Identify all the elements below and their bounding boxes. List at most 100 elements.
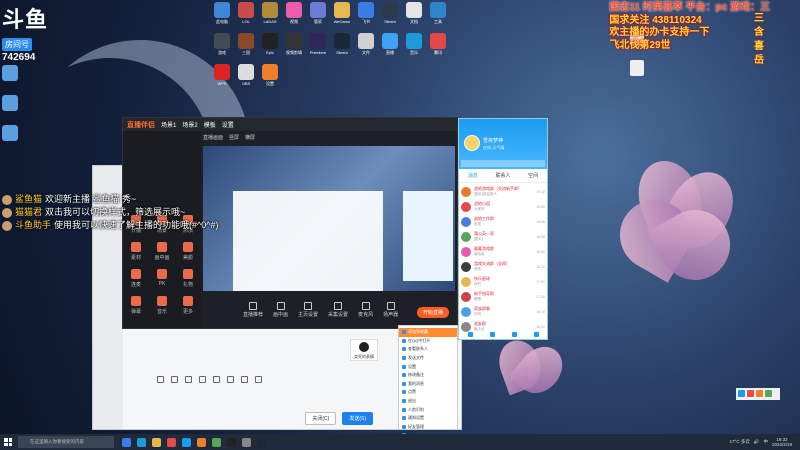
app-tab[interactable]: 设置 xyxy=(222,120,234,129)
steam-icon[interactable] xyxy=(257,437,266,447)
sidebar-tool[interactable]: 素材 xyxy=(127,242,145,261)
toolbar-button[interactable]: 直播推荐 xyxy=(243,302,263,318)
preview-tab[interactable]: 直播画面 xyxy=(203,134,223,141)
sidebar-tool[interactable]: 礼物 xyxy=(179,269,197,288)
qq-conversation[interactable]: 战地游戏群（交流新手群） [图片]欢迎新人 19:32 xyxy=(461,184,545,199)
live-studio-icon[interactable] xyxy=(197,437,206,447)
desktop-shortcut[interactable]: 音乐 xyxy=(402,33,426,64)
scissors-icon[interactable] xyxy=(171,376,178,383)
emoji-icon[interactable] xyxy=(157,376,164,383)
qq-conversation[interactable]: 家族群聊 在吗 16:10 xyxy=(461,304,545,319)
volume-icon[interactable]: 🔊 xyxy=(754,439,760,445)
recycle-bin-icon[interactable] xyxy=(2,65,18,81)
network-icon[interactable] xyxy=(2,125,18,141)
qq-conversation[interactable]: 战地小组 大家好 19:20 xyxy=(461,199,545,214)
explorer-icon[interactable] xyxy=(152,437,161,447)
history-icon[interactable] xyxy=(255,376,262,383)
sidebar-tool[interactable]: 音乐 xyxy=(153,296,171,315)
shake-icon[interactable] xyxy=(227,376,234,383)
desktop-shortcut[interactable]: 设置 xyxy=(258,64,282,95)
qq-conversation[interactable]: 蒲公英一家 [图片] 18:58 xyxy=(461,229,545,244)
more-icon[interactable] xyxy=(241,376,248,383)
qq-conversation[interactable]: 游戏交流群（全网） 来吧 18:22 xyxy=(461,259,545,274)
app-tray-icon[interactable] xyxy=(765,390,772,397)
send-button[interactable]: 发送(S) xyxy=(342,412,373,425)
desktop-shortcut[interactable]: Steam xyxy=(330,33,354,64)
obs-icon[interactable] xyxy=(227,437,236,447)
qq-conversation[interactable]: 快乐星球 好的 17:50 xyxy=(461,274,545,289)
app-icon[interactable] xyxy=(242,437,251,447)
sidebar-tool[interactable]: 连麦 xyxy=(127,269,145,288)
image-icon[interactable] xyxy=(199,376,206,383)
app-tray-icon[interactable] xyxy=(747,390,754,397)
preview-tab[interactable]: 横屏 xyxy=(245,134,255,141)
desktop-shortcut[interactable]: 文档 xyxy=(402,2,426,33)
sidebar-tool[interactable]: PK xyxy=(153,269,171,288)
desktop-shortcut[interactable]: 工具 xyxy=(426,2,450,33)
toolbar-button[interactable]: 画中画 xyxy=(273,302,288,318)
task-view-icon[interactable] xyxy=(122,437,131,447)
context-menu-item[interactable]: 在QQ中打开 xyxy=(399,337,457,346)
desktop-shortcut[interactable]: WPS xyxy=(210,64,234,95)
qq-tab-contacts[interactable]: 联系人 xyxy=(495,172,510,179)
toolbar-button[interactable]: 麦克风 xyxy=(358,302,373,318)
desktop-shortcut[interactable]: 直播 xyxy=(378,33,402,64)
desktop-shortcut[interactable]: Steam xyxy=(378,2,402,33)
preview-tab[interactable]: 竖屏 xyxy=(229,134,239,141)
toolbar-button[interactable]: 采集设置 xyxy=(328,302,348,318)
app-tab[interactable]: 模板 xyxy=(204,120,216,129)
toolbar-button[interactable]: 扬声器 xyxy=(383,302,398,318)
app-tab[interactable]: 场景1 xyxy=(161,120,176,129)
desktop-shortcut[interactable]: 视频 xyxy=(282,2,306,33)
live-preview[interactable] xyxy=(203,146,455,291)
qq-tab-messages[interactable]: 消息 xyxy=(468,172,478,179)
qq-conversation[interactable]: 战地工作群 收到 19:05 xyxy=(461,214,545,229)
menu-icon[interactable] xyxy=(467,331,473,337)
desktop-shortcut[interactable]: 文件 xyxy=(354,33,378,64)
start-button[interactable] xyxy=(0,434,16,450)
desktop-shortcut[interactable]: 此电脑 xyxy=(210,2,234,33)
desktop-shortcut[interactable]: 视频剪辑 xyxy=(282,33,306,64)
desktop-shortcut[interactable]: WeGame xyxy=(330,2,354,33)
app-icon[interactable] xyxy=(167,437,176,447)
clock[interactable]: 19:32 2022/2/19 xyxy=(772,437,792,448)
context-menu-item[interactable]: 修改备注 xyxy=(399,371,457,380)
sidebar-tool[interactable]: 更多 xyxy=(179,296,197,315)
desktop-shortcut[interactable]: 游戏 xyxy=(210,33,234,64)
desktop-shortcut[interactable]: Epic xyxy=(258,33,282,64)
qq-icon[interactable] xyxy=(182,437,191,447)
qq-conversation[interactable]: 新手指导群 嗯嗯 17:30 xyxy=(461,289,545,304)
sidebar-tool[interactable]: 弹幕 xyxy=(127,296,145,315)
toolbar-button[interactable]: 主页设置 xyxy=(298,302,318,318)
desktop-shortcut[interactable]: 腾讯 xyxy=(426,33,450,64)
taskbar-search-input[interactable]: 在这里输入你要搜索的内容 xyxy=(18,436,114,448)
folder-icon[interactable] xyxy=(185,376,192,383)
wechat-icon[interactable] xyxy=(212,437,221,447)
desktop-shortcut[interactable]: 三国 xyxy=(234,33,258,64)
app-tab[interactable]: 场景2 xyxy=(182,120,197,129)
close-chat-button[interactable]: 关闭(C) xyxy=(305,412,337,425)
qq-search-input[interactable] xyxy=(461,160,545,167)
context-menu-item[interactable]: 人脸识别 xyxy=(399,405,457,414)
context-menu-item[interactable]: 我的消息 xyxy=(399,380,457,389)
context-menu-item[interactable]: 通知设置 xyxy=(399,414,457,423)
qq-tab-space[interactable]: 空间 xyxy=(528,172,538,179)
qq-conversation[interactable]: 暖暖游戏群 哈哈哈 18:40 xyxy=(461,244,545,259)
context-menu-item[interactable]: 发送文件 xyxy=(399,354,457,363)
qq-avatar[interactable] xyxy=(464,135,480,151)
input-language[interactable]: 中 xyxy=(763,439,768,445)
context-menu-item[interactable]: 好友管理 xyxy=(399,423,457,432)
settings-icon[interactable] xyxy=(533,331,539,337)
computer-icon[interactable] xyxy=(2,95,18,111)
context-menu-item[interactable]: 退出 xyxy=(399,397,457,406)
desktop-shortcut[interactable]: LOL xyxy=(234,2,258,33)
desktop-shortcut[interactable]: 管家 xyxy=(306,2,330,33)
sidebar-tool[interactable]: 画中画 xyxy=(153,242,171,261)
context-menu-item[interactable]: 点赞 xyxy=(399,388,457,397)
weather-text[interactable]: 17°C 多云 xyxy=(730,439,750,445)
start-live-button[interactable]: 开始直播 xyxy=(416,307,449,318)
qq-tray-icon[interactable] xyxy=(738,390,745,397)
context-menu-item[interactable]: 添加到收藏 xyxy=(399,328,457,337)
desktop-shortcut[interactable]: 飞书 xyxy=(354,2,378,33)
desktop-shortcut[interactable]: OBS xyxy=(234,64,258,95)
